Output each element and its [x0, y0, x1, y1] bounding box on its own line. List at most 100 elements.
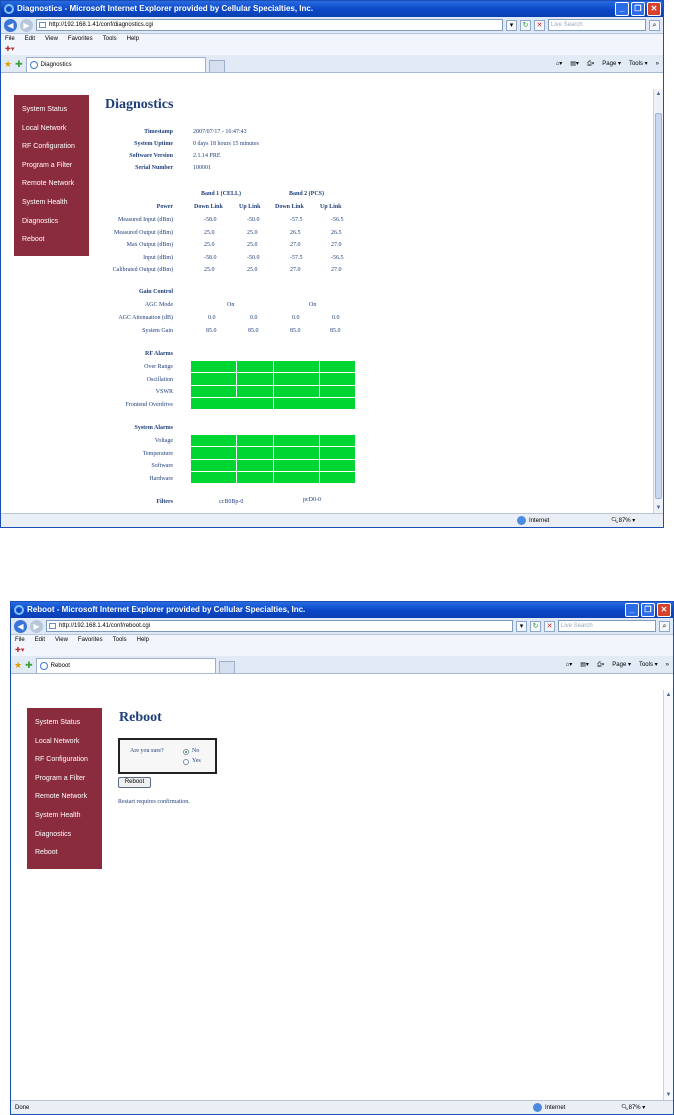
filter-band1: ccB0Bp-0	[219, 499, 244, 505]
favorites-star-icon[interactable]: ★	[4, 56, 12, 72]
tab-diagnostics[interactable]: Diagnostics	[25, 57, 206, 72]
menu-tools[interactable]: Tools	[103, 34, 117, 45]
back-icon[interactable]: ◀	[14, 619, 27, 633]
search-input[interactable]: Live Search	[558, 620, 656, 632]
refresh-icon[interactable]: ↻	[530, 620, 541, 632]
sidebar-item-diagnostics[interactable]: Diagnostics	[27, 826, 102, 845]
maximize-button[interactable]: ❐	[641, 603, 655, 617]
menu-edit[interactable]: Edit	[35, 635, 45, 646]
menu-view[interactable]: View	[45, 34, 58, 45]
alarm-ok-cell	[191, 447, 237, 460]
url-input[interactable]: http://192.168.1.41/conf/diagnostics.cgi	[36, 19, 503, 31]
sidebar-item-local-network[interactable]: Local Network	[27, 733, 102, 752]
tools-menu[interactable]: Tools ▾	[639, 659, 658, 671]
print-icon[interactable]: ⎙▾	[597, 659, 604, 671]
feeds-icon[interactable]: ▤▾	[570, 58, 579, 70]
add-favorite-icon[interactable]: ✚	[25, 657, 33, 673]
sidebar-item-system-health[interactable]: System Health	[27, 807, 102, 826]
address-bar: ◀ ▶ http://192.168.1.41/conf/reboot.cgi …	[11, 618, 673, 635]
sidebar-item-reboot[interactable]: Reboot	[14, 231, 89, 250]
alarm-ok-cell-wide	[274, 398, 356, 410]
scroll-down-icon[interactable]: ▼	[664, 1090, 673, 1100]
sidebar-item-system-health[interactable]: System Health	[14, 194, 89, 213]
dropdown-icon[interactable]: ▾	[506, 19, 517, 31]
close-button[interactable]: ✕	[657, 603, 671, 617]
alarm-ok-cell	[320, 386, 356, 398]
menu-help[interactable]: Help	[137, 635, 149, 646]
toolbar-addon-icon[interactable]: ✚▾	[15, 647, 24, 654]
menu-help[interactable]: Help	[127, 34, 139, 45]
favorites-star-icon[interactable]: ★	[14, 657, 22, 673]
menu-favorites[interactable]: Favorites	[68, 34, 93, 45]
page-menu[interactable]: Page ▾	[602, 58, 621, 70]
page-menu[interactable]: Page ▾	[612, 659, 631, 671]
tools-menu[interactable]: Tools ▾	[629, 58, 648, 70]
more-chevron-icon[interactable]: »	[656, 58, 659, 70]
menu-view[interactable]: View	[55, 635, 68, 646]
tab-bar: ★ ✚ Diagnostics ⌂▾ ▤▾ ⎙▾ Page ▾ Tools ▾ …	[1, 55, 663, 73]
menu-edit[interactable]: Edit	[25, 34, 35, 45]
minimize-button[interactable]: _	[615, 2, 629, 16]
vertical-scrollbar[interactable]: ▲ ▼	[653, 89, 663, 513]
url-input[interactable]: http://192.168.1.41/conf/reboot.cgi	[46, 620, 513, 632]
forward-icon[interactable]: ▶	[20, 18, 33, 32]
sidebar-item-program-filter[interactable]: Program a Filter	[14, 157, 89, 176]
stop-icon[interactable]: ✕	[534, 19, 545, 31]
menu-tools[interactable]: Tools	[113, 635, 127, 646]
radio-yes[interactable]	[183, 759, 189, 765]
radio-no[interactable]	[183, 749, 189, 755]
dropdown-icon[interactable]: ▾	[516, 620, 527, 632]
stop-icon[interactable]: ✕	[544, 620, 555, 632]
close-button[interactable]: ✕	[647, 2, 661, 16]
scroll-up-icon[interactable]: ▲	[654, 89, 663, 99]
sidebar-item-program-filter[interactable]: Program a Filter	[27, 770, 102, 789]
menu-file[interactable]: File	[15, 635, 25, 646]
add-favorite-icon[interactable]: ✚	[15, 56, 23, 72]
tab-reboot[interactable]: Reboot	[35, 658, 216, 673]
forward-icon[interactable]: ▶	[30, 619, 43, 633]
window-title: Diagnostics - Microsoft Internet Explore…	[17, 4, 314, 13]
more-chevron-icon[interactable]: »	[666, 659, 669, 671]
sidebar-item-system-status[interactable]: System Status	[27, 714, 102, 733]
sidebar-item-diagnostics[interactable]: Diagnostics	[14, 213, 89, 232]
power-cell: 25.0	[204, 267, 215, 273]
sidebar-item-system-status[interactable]: System Status	[14, 101, 89, 120]
sidebar-item-local-network[interactable]: Local Network	[14, 120, 89, 139]
minimize-button[interactable]: _	[625, 603, 639, 617]
diagnostics-window: Diagnostics - Microsoft Internet Explore…	[0, 0, 664, 528]
new-tab-button[interactable]	[208, 60, 225, 72]
maximize-button[interactable]: ❐	[631, 2, 645, 16]
command-bar: ⌂▾ ▤▾ ⎙▾ Page ▾ Tools ▾ »	[556, 58, 659, 70]
print-icon[interactable]: ⎙▾	[587, 58, 594, 70]
menu-file[interactable]: File	[5, 34, 15, 45]
search-icon[interactable]: ⌕	[649, 19, 660, 31]
sidebar-item-remote-network[interactable]: Remote Network	[27, 788, 102, 807]
scroll-down-icon[interactable]: ▼	[654, 503, 663, 513]
security-zone: Internet	[533, 1101, 565, 1114]
refresh-icon[interactable]: ↻	[520, 19, 531, 31]
feeds-icon[interactable]: ▤▾	[580, 659, 589, 671]
new-tab-button[interactable]	[218, 661, 235, 673]
search-icon[interactable]: ⌕	[659, 620, 670, 632]
zoom-level[interactable]: 🔍︎87% ▾	[621, 1101, 645, 1114]
home-icon[interactable]: ⌂▾	[566, 659, 573, 671]
scroll-thumb[interactable]	[655, 113, 662, 499]
toolbar-addon-icon[interactable]: ✚▾	[5, 46, 14, 53]
menu-favorites[interactable]: Favorites	[78, 635, 103, 646]
sidebar-item-remote-network[interactable]: Remote Network	[14, 175, 89, 194]
sidebar-item-rf-configuration[interactable]: RF Configuration	[27, 751, 102, 770]
sidebar-item-rf-configuration[interactable]: RF Configuration	[14, 138, 89, 157]
search-input[interactable]: Live Search	[548, 19, 646, 31]
ie-logo-icon	[14, 605, 24, 615]
vertical-scrollbar[interactable]: ▲ ▼	[663, 690, 673, 1100]
reboot-button[interactable]: Reboot	[118, 777, 151, 788]
scroll-up-icon[interactable]: ▲	[664, 690, 673, 700]
power-cell: 27.0	[331, 242, 342, 248]
back-icon[interactable]: ◀	[4, 18, 17, 32]
home-icon[interactable]: ⌂▾	[556, 58, 563, 70]
zoom-level[interactable]: 🔍︎87% ▾	[611, 514, 635, 527]
power-cell: 26.5	[290, 230, 301, 236]
band1-uplink-header: Up Link	[239, 204, 261, 210]
alarm-label: Oscillation	[146, 377, 173, 383]
sidebar-item-reboot[interactable]: Reboot	[27, 844, 102, 863]
